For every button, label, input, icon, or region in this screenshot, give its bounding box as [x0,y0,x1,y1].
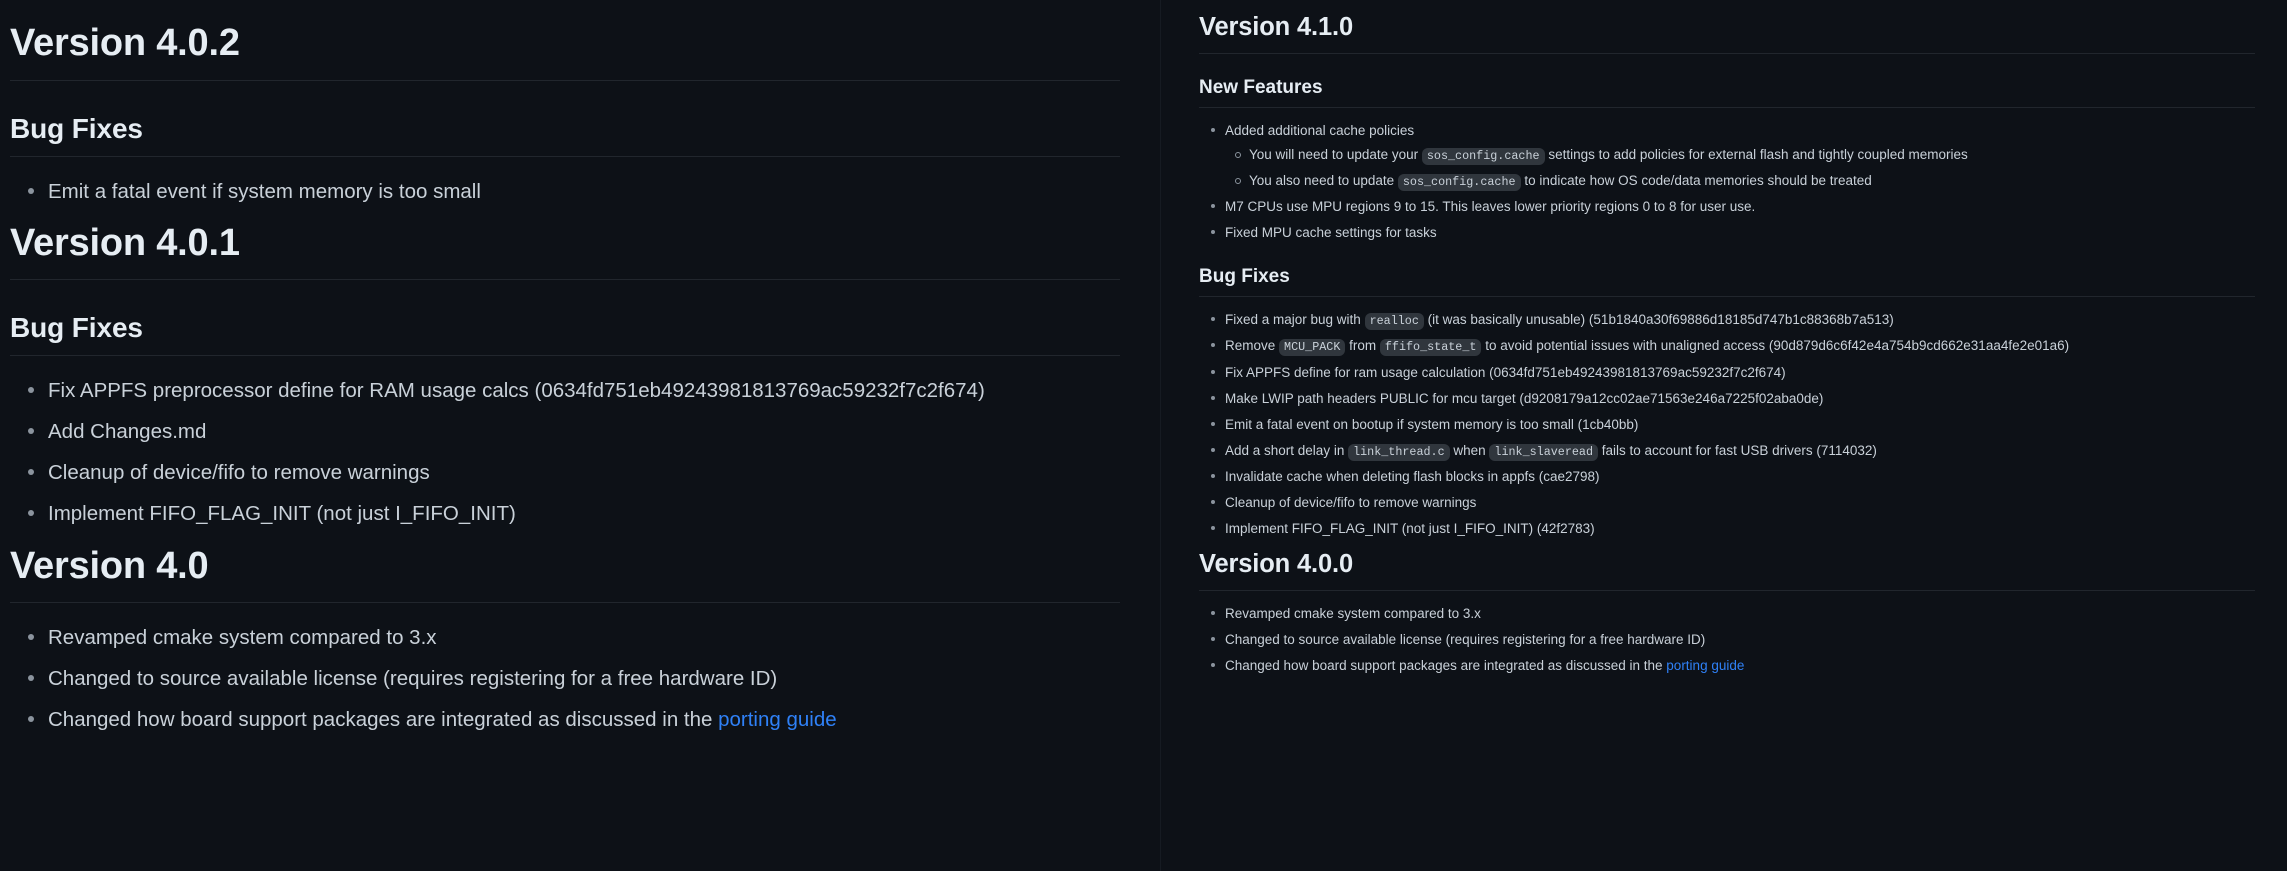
list-item-text: Remove [1225,338,1280,354]
left-document-pane: Version 4.0.2 Bug Fixes Emit a fatal eve… [0,0,1160,871]
list-item: Fix APPFS preprocessor define for RAM us… [28,376,1120,405]
list-item-text: to indicate how OS code/data memories sh… [1520,172,1872,188]
list-bug-fixes-410: Fixed a major bug with realloc (it was b… [1199,310,2255,539]
list-item-text: Fixed a major bug with [1225,312,1365,328]
list-bug-fixes-401: Fix APPFS preprocessor define for RAM us… [10,376,1120,528]
heading-bug-fixes-410: Bug Fixes [1199,265,2255,298]
list-changes-40: Revamped cmake system compared to 3.x Ch… [10,623,1120,734]
heading-bug-fixes-401: Bug Fixes [10,310,1120,357]
list-item-text: You will need to update your [1249,146,1422,162]
list-item-text: Add a short delay in [1225,442,1349,458]
list-item: Changed how board support packages are i… [28,705,1120,734]
list-item-text: to avoid potential issues with unaligned… [1481,338,2070,354]
list-item: Add Changes.md [28,417,1120,446]
list-item: Cleanup of device/fifo to remove warning… [1211,493,2255,513]
porting-guide-link[interactable]: porting guide [1666,658,1744,673]
list-item: Fixed a major bug with realloc (it was b… [1211,310,2255,331]
list-item: Implement FIFO_FLAG_INIT (not just I_FIF… [1211,519,2255,539]
inline-code: sos_config.cache [1421,147,1545,165]
list-item-text: fails to account for fast USB drivers (7… [1598,442,1877,458]
heading-new-features: New Features [1199,76,2255,108]
page-title-version-40: Version 4.0 [10,543,1120,604]
list-new-features-sub: You will need to update your sos_config.… [1225,145,2255,192]
list-item: Emit a fatal event on bootup if system m… [1211,415,2255,435]
right-document-pane: Version 4.1.0 New Features Added additio… [1160,0,2287,871]
list-item-text: when [1449,442,1490,458]
list-item: Revamped cmake system compared to 3.x [28,623,1120,652]
inline-code: link_slaveread [1489,443,1598,461]
list-changes-400: Revamped cmake system compared to 3.x Ch… [1199,604,2255,676]
list-item: Add a short delay in link_thread.c when … [1211,441,2255,461]
page-title-version-401: Version 4.0.1 [10,220,1120,281]
list-item-text: Changed how board support packages are i… [1225,657,1667,673]
list-item: Remove MCU_PACK from ffifo_state_t to av… [1211,336,2255,357]
list-item-text: Added additional cache policies [1225,122,1415,138]
list-item: Added additional cache policies You will… [1211,121,2255,192]
list-item: Changed to source available license (req… [1211,630,2255,650]
list-item: Changed how board support packages are i… [1211,656,2255,676]
inline-code: ffifo_state_t [1379,339,1482,357]
page-title-version-400: Version 4.0.0 [1199,549,2255,591]
list-item-text: settings to add policies for external fl… [1544,146,1968,162]
page-title-version-402: Version 4.0.2 [10,20,1120,81]
inline-code: link_thread.c [1348,443,1450,461]
heading-bug-fixes-402: Bug Fixes [10,111,1120,157]
porting-guide-link[interactable]: porting guide [718,708,837,731]
list-item: Cleanup of device/fifo to remove warning… [28,458,1120,487]
inline-code: sos_config.cache [1397,173,1521,191]
list-item-text: Changed how board support packages are i… [48,708,719,732]
list-item: Fixed MPU cache settings for tasks [1211,223,2255,243]
list-item: Implement FIFO_FLAG_INIT (not just I_FIF… [28,499,1120,528]
list-item: Make LWIP path headers PUBLIC for mcu ta… [1211,389,2255,409]
list-item: Fix APPFS define for ram usage calculati… [1211,363,2255,383]
list-item-text: You also need to update [1249,172,1398,188]
page-title-version-410: Version 4.1.0 [1199,12,2255,54]
inline-code: realloc [1364,313,1424,331]
list-new-features: Added additional cache policies You will… [1199,121,2255,244]
list-item: M7 CPUs use MPU regions 9 to 15. This le… [1211,197,2255,217]
list-item-text: (it was basically unusable) (51b1840a30f… [1423,312,1894,328]
inline-code: MCU_PACK [1279,339,1346,357]
list-item-text: from [1345,338,1380,354]
list-item: Emit a fatal event if system memory is t… [28,177,1120,206]
list-item: You also need to update sos_config.cache… [1235,171,2255,191]
list-item: You will need to update your sos_config.… [1235,145,2255,165]
list-item: Revamped cmake system compared to 3.x [1211,604,2255,624]
changelog-split-view: Version 4.0.2 Bug Fixes Emit a fatal eve… [0,0,2287,871]
list-bug-fixes-402: Emit a fatal event if system memory is t… [10,177,1120,206]
list-item: Invalidate cache when deleting flash blo… [1211,467,2255,487]
list-item: Changed to source available license (req… [28,664,1120,693]
